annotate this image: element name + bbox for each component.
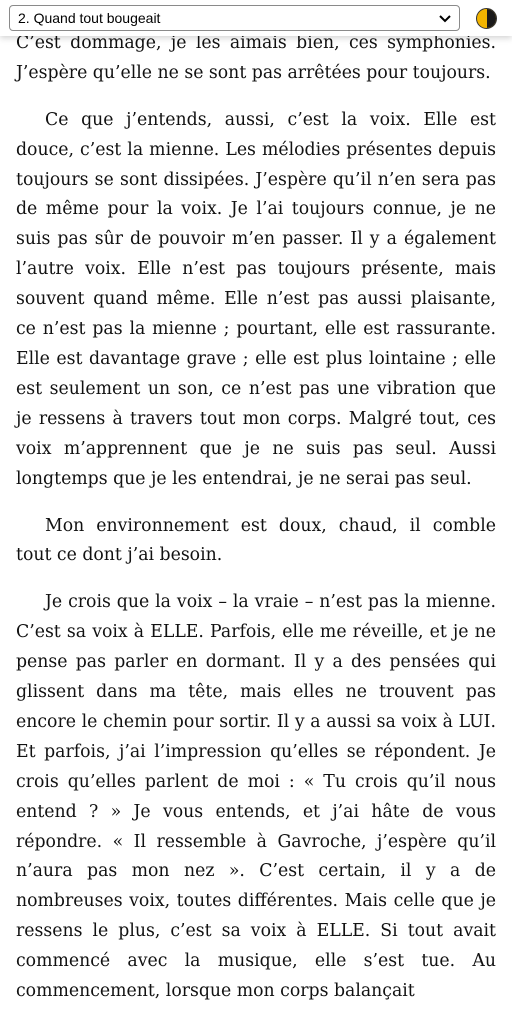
chapter-select-value: 2. Quand tout bougeait: [18, 10, 161, 26]
theme-toggle-button[interactable]: [476, 8, 497, 29]
paragraph: Ce que j’entends, aussi, c’est la voix. …: [16, 109, 496, 489]
chapter-select[interactable]: 2. Quand tout bougeait: [9, 5, 460, 31]
half-circle-theme-icon: [486, 9, 496, 28]
paragraph: Je crois que la voix – la vraie – n’est …: [16, 592, 496, 1002]
chapter-text: sous que je ressens davantage que je ne …: [16, 0, 496, 1024]
paragraph: Mon environnement est doux, chaud, il co…: [16, 515, 496, 566]
chevron-down-icon: [439, 15, 451, 23]
reader-toolbar: 2. Quand tout bougeait: [0, 0, 512, 36]
